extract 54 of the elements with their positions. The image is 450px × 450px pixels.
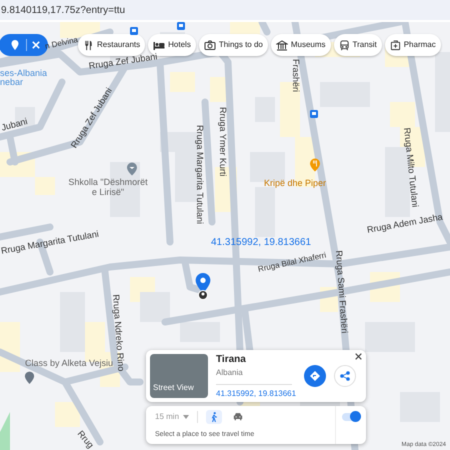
street-view-marker-icon — [198, 290, 208, 300]
toggle-switch[interactable] — [342, 413, 358, 421]
restaurant-pin-icon — [309, 158, 321, 172]
street-label: Rruga Sami Frashëri — [333, 250, 351, 334]
filter-chip[interactable]: Museums — [270, 34, 331, 56]
pharmacy-icon — [390, 40, 401, 50]
coordinates-label: 41.315992, 19.813661 — [211, 236, 312, 250]
bus-stop-icon — [130, 27, 138, 35]
street-view-label: Street View — [153, 382, 194, 394]
place-title: Tirana — [216, 353, 247, 367]
area-label: ses-Albania — [0, 69, 48, 78]
place-label: Kripë dhe Piper — [264, 177, 326, 190]
park-drawing — [0, 412, 10, 450]
pin-icon — [9, 39, 21, 51]
filter-chip[interactable]: Transit — [334, 34, 382, 56]
caret-icon — [183, 414, 190, 419]
pin-icon — [24, 371, 35, 385]
street-label: n Delvina — [44, 34, 80, 53]
filter-chip[interactable]: Pharmac — [384, 34, 441, 56]
fork-knife-icon — [83, 40, 94, 50]
share-button[interactable] — [334, 365, 356, 387]
bed-icon — [153, 40, 166, 50]
museum-icon — [276, 40, 288, 50]
filter-chip[interactable]: Things to do — [198, 34, 268, 56]
street-view-photo[interactable]: Street View — [150, 354, 208, 398]
place-label: Class by Alketa Vejsiu — [25, 358, 114, 368]
pin-icon — [126, 162, 138, 176]
directions-button[interactable] — [304, 365, 326, 387]
street-label: Jubani — [0, 115, 30, 135]
close-button[interactable] — [355, 353, 362, 360]
car-icon — [233, 412, 244, 422]
bus-stop-icon — [310, 110, 318, 118]
filter-chip[interactable]: Restaurants — [78, 34, 146, 56]
street-label: Frashëri — [290, 59, 302, 92]
coordinates-link[interactable]: 41.315992, 19.813661 — [216, 388, 296, 400]
close-icon — [32, 41, 40, 49]
walking-icon — [210, 412, 218, 422]
share-icon — [340, 371, 350, 381]
street-label: Rruga Bilal Xhaferri — [257, 250, 328, 276]
street-label: Rruga Margarita Tutulani — [0, 228, 100, 258]
directions-icon — [310, 371, 320, 381]
street-label: Rruga Margarita Tutulani — [194, 125, 206, 224]
place-label: Shkolla "Dëshmorët e Lirisë" — [68, 177, 148, 197]
street-label: Rruga Ndreko Rino — [111, 294, 128, 372]
street-label: Rruga Adem Jasha — [366, 210, 444, 237]
street-label: Rruga Milto Tutulani — [401, 127, 422, 208]
pin-filter-chip[interactable] — [0, 34, 48, 56]
address-bar[interactable]: 9.8140119,17.75z?entry=ttu — [0, 0, 450, 20]
place-subtitle: Albania — [216, 367, 244, 379]
walking-mode-button[interactable] — [206, 410, 222, 424]
street-label: Rruga Ymer Kurti — [217, 107, 229, 176]
bus-icon — [338, 40, 350, 50]
camera-icon — [204, 40, 216, 50]
area-label: nebar — [0, 78, 24, 87]
